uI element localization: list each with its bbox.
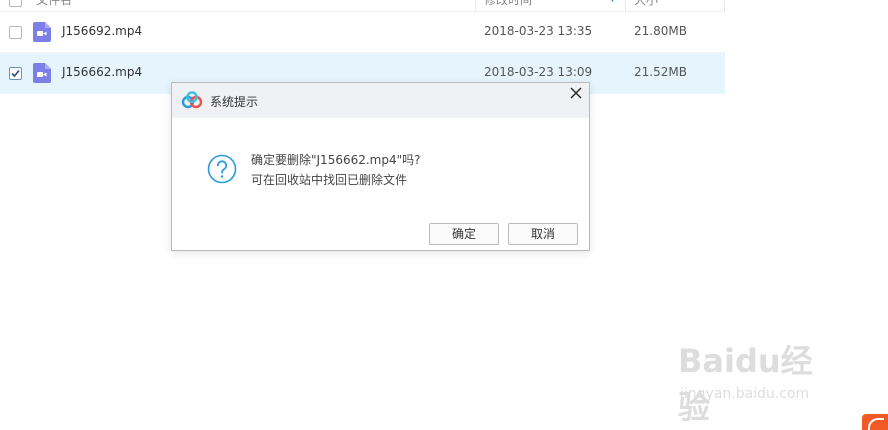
file-size: 21.52MB: [634, 65, 687, 79]
close-icon[interactable]: [569, 86, 583, 100]
dialog-message: 确定要删除"J156662.mp4"吗?: [251, 153, 421, 167]
question-mark-icon: [207, 154, 237, 184]
watermark-url: jingyan.baidu.com: [680, 386, 810, 402]
app-window: 文件名 修改时间 ▼ 大小 J156692.mp4 2018-03-23 13:…: [0, 0, 888, 430]
dialog-hint: 可在回收站中找回已删除文件: [251, 173, 408, 187]
select-all-checkbox[interactable]: [9, 0, 22, 7]
baidu-jingyan-watermark: Baidu经验 jingyan.baidu.com: [678, 332, 838, 426]
dialog-title: 系统提示: [210, 95, 259, 109]
confirm-button[interactable]: 确定: [429, 223, 499, 245]
file-row[interactable]: J156692.mp4 2018-03-23 13:35 21.80MB: [0, 12, 725, 53]
file-list-header: 文件名 修改时间 ▼ 大小: [0, 0, 725, 12]
baidu-netdisk-logo-icon: [181, 91, 203, 109]
delete-confirm-dialog: 系统提示 确定要删除"J156662.mp4"吗? 可在回收站中找回已删除文件 …: [171, 82, 590, 251]
file-modified-time: 2018-03-23 13:35: [484, 24, 593, 38]
video-file-icon: [33, 22, 51, 42]
file-name[interactable]: J156692.mp4: [62, 24, 142, 38]
file-name[interactable]: J156662.mp4: [62, 65, 142, 79]
sort-arrow-icon: ▼: [609, 0, 616, 4]
column-divider[interactable]: [625, 0, 626, 11]
column-divider[interactable]: [724, 0, 725, 11]
corner-app-badge-icon[interactable]: [862, 414, 888, 430]
watermark-brand: Baidu经验: [678, 342, 813, 426]
dialog-titlebar[interactable]: 系统提示: [172, 83, 589, 118]
column-header-size[interactable]: 大小: [634, 0, 658, 8]
file-modified-time: 2018-03-23 13:09: [484, 65, 593, 79]
column-header-name[interactable]: 文件名: [36, 0, 72, 8]
cancel-button[interactable]: 取消: [508, 223, 578, 245]
video-file-icon: [33, 63, 51, 83]
row-checkbox[interactable]: [9, 26, 22, 39]
file-size: 21.80MB: [634, 24, 687, 38]
column-divider[interactable]: [475, 0, 476, 11]
row-checkbox[interactable]: [9, 67, 22, 80]
column-header-modified[interactable]: 修改时间: [484, 0, 532, 8]
file-list: 文件名 修改时间 ▼ 大小 J156692.mp4 2018-03-23 13:…: [0, 0, 725, 94]
checkmark-icon: [11, 69, 20, 78]
